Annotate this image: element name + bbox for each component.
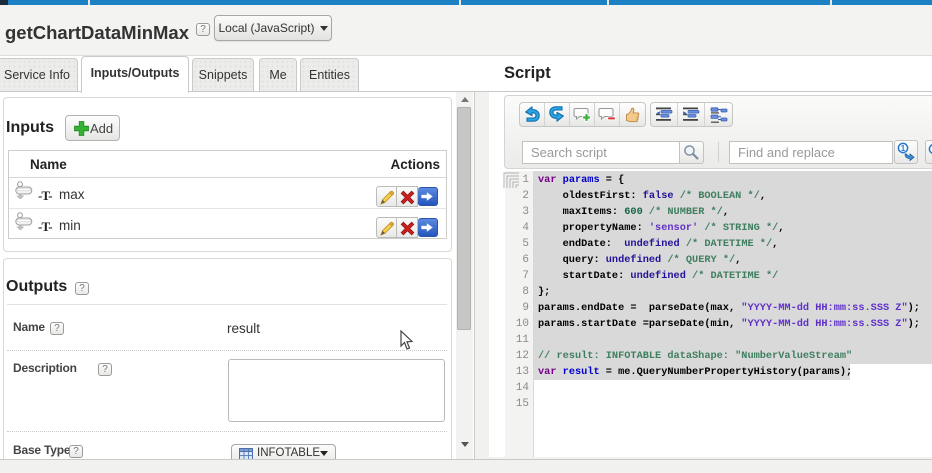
svg-text:1: 1 xyxy=(901,144,906,153)
